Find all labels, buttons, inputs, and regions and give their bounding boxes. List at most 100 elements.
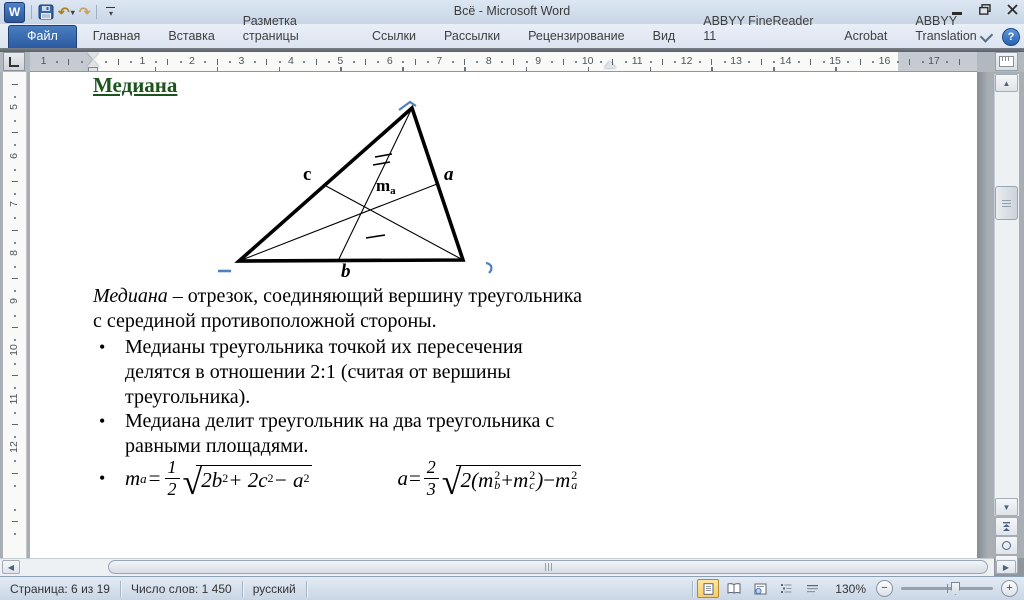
hanging-indent-marker[interactable] (87, 60, 99, 67)
right-indent-marker[interactable] (604, 61, 616, 68)
help-button[interactable]: ? (1002, 28, 1020, 46)
ruler-mark (587, 67, 590, 71)
ruler-mark (525, 67, 528, 71)
expand-ribbon-icon[interactable] (979, 28, 994, 43)
ruler-mark (958, 59, 960, 65)
v-ruler[interactable]: 5 6 7 8 9 10 11 12 (3, 72, 27, 558)
ruler-mark: 5 (337, 55, 344, 67)
previous-page-button[interactable] (995, 517, 1018, 536)
first-line-indent-marker[interactable] (87, 52, 99, 59)
ruler-mark (451, 61, 454, 63)
tab-mailings[interactable]: Рассылки (430, 25, 514, 48)
ruler-mark (909, 59, 911, 65)
ruler-mark: 10 (8, 344, 20, 356)
web-layout-button[interactable] (749, 579, 771, 598)
scroll-down-button[interactable]: ▼ (995, 498, 1018, 516)
ruler-mark (464, 67, 466, 71)
radical-sign: √ (441, 461, 462, 502)
ruler-mark (661, 59, 663, 65)
tab-page-layout[interactable]: Разметка страницы (229, 10, 358, 48)
ruler-mark: 11 (631, 55, 643, 67)
ruler-mark (117, 59, 119, 65)
ruler-mark: 16 (878, 55, 891, 67)
tab-view[interactable]: Вид (639, 25, 690, 48)
bullet-item: • Медиана делит треугольник на два треуг… (99, 410, 555, 457)
ruler-mark (12, 278, 18, 280)
v-scrollbar-track[interactable] (994, 74, 1019, 516)
zoom-in-button[interactable]: + (1001, 580, 1018, 597)
scroll-left-button[interactable]: ◀ (2, 560, 20, 574)
ruler-mark (12, 423, 18, 425)
label-side-c: c (303, 164, 311, 185)
status-right-cluster: 130% − + (692, 579, 1024, 598)
bullet-item: • Медианы треугольника точкой их пересеч… (99, 336, 523, 408)
word-count[interactable]: Число слов: 1 450 (121, 582, 242, 596)
ruler-mark (12, 83, 18, 85)
bullet-glyph: • (99, 411, 106, 431)
ruler-mark (12, 229, 18, 231)
tab-references[interactable]: Ссылки (358, 25, 430, 48)
scroll-right-button[interactable]: ▶ (996, 560, 1016, 574)
tab-stop-selector[interactable] (3, 52, 25, 71)
arrow-up-icon: ▲ (1002, 78, 1011, 88)
tab-abbyy-finereader[interactable]: ABBYY FineReader 11 (689, 10, 830, 48)
ruler-mark (14, 95, 16, 98)
ruler-mark (14, 241, 16, 244)
h-ruler[interactable]: 1 1 2 3 4 5 6 7 8 9 10 11 12 13 14 15 16 17 (30, 52, 977, 72)
ruler-mark: 15 (829, 55, 841, 67)
ruler-mark (699, 61, 701, 63)
tab-acrobat[interactable]: Acrobat (830, 25, 901, 48)
ruler-mark (278, 67, 281, 71)
label-median: ma (376, 176, 396, 197)
ruler-mark: 12 (680, 55, 693, 67)
ruler-mark: 9 (8, 298, 20, 305)
ruler-mark (760, 59, 762, 65)
h-scrollbar-thumb[interactable] (108, 560, 988, 574)
zoom-slider-thumb[interactable] (951, 582, 960, 595)
full-screen-reading-button[interactable] (723, 579, 745, 598)
ruler-mark (822, 61, 825, 63)
ruler-mark (68, 59, 70, 65)
outline-view-button[interactable] (775, 579, 797, 598)
ruler-mark: 12 (8, 441, 20, 454)
ruler-mark (14, 144, 16, 147)
language-indicator[interactable]: русский (243, 582, 306, 596)
print-layout-icon (703, 582, 714, 595)
ruler-mark (154, 61, 157, 63)
ruler-mark (612, 59, 614, 65)
tab-file[interactable]: Файл (8, 25, 77, 48)
formula-a: a = 23 √ 2( m 2b + m 2c ) − m 2a (397, 457, 582, 502)
formula-row: • ma = 12 √ 2b 2 + 2c 2 − a2 a = 23 √ 2( m… (99, 457, 582, 502)
ruler-mark (12, 472, 18, 474)
status-separator (305, 580, 307, 597)
tick-mark (365, 234, 386, 239)
zoom-slider-track[interactable] (901, 582, 993, 595)
zoom-level[interactable]: 130% (835, 582, 866, 596)
full-screen-reading-icon (727, 583, 741, 594)
tab-insert[interactable]: Вставка (154, 25, 228, 48)
draft-view-button[interactable] (801, 579, 823, 598)
status-bar: Страница: 6 из 19 Число слов: 1 450 русс… (0, 576, 1024, 600)
ruler-mark (562, 59, 564, 65)
ruler-mark (859, 59, 861, 65)
page-indicator[interactable]: Страница: 6 из 19 (0, 582, 120, 596)
scroll-up-button[interactable]: ▲ (995, 74, 1018, 92)
select-browse-object-button[interactable] (995, 536, 1018, 555)
ruler-mark (14, 363, 16, 366)
ruler-mark (340, 67, 342, 71)
document-page[interactable]: Медиана c a ma b Медиана – отрезок, соед… (30, 72, 977, 558)
view-ruler-button[interactable] (995, 52, 1018, 71)
print-layout-button[interactable] (697, 579, 720, 598)
ruler-mark: 2 (189, 55, 195, 67)
tab-review[interactable]: Рецензирование (514, 25, 639, 48)
ruler-mark (773, 67, 775, 71)
tab-left-icon (9, 56, 19, 67)
arrow-left-icon: ◀ (7, 562, 15, 572)
ruler-mark: 4 (287, 55, 294, 67)
zoom-out-button[interactable]: − (876, 580, 893, 597)
v-scrollbar-thumb[interactable] (995, 186, 1018, 220)
ruler-mark (365, 59, 367, 65)
ruler-mark (550, 61, 553, 63)
ruler-mark (723, 61, 726, 63)
tab-home[interactable]: Главная (79, 25, 155, 48)
